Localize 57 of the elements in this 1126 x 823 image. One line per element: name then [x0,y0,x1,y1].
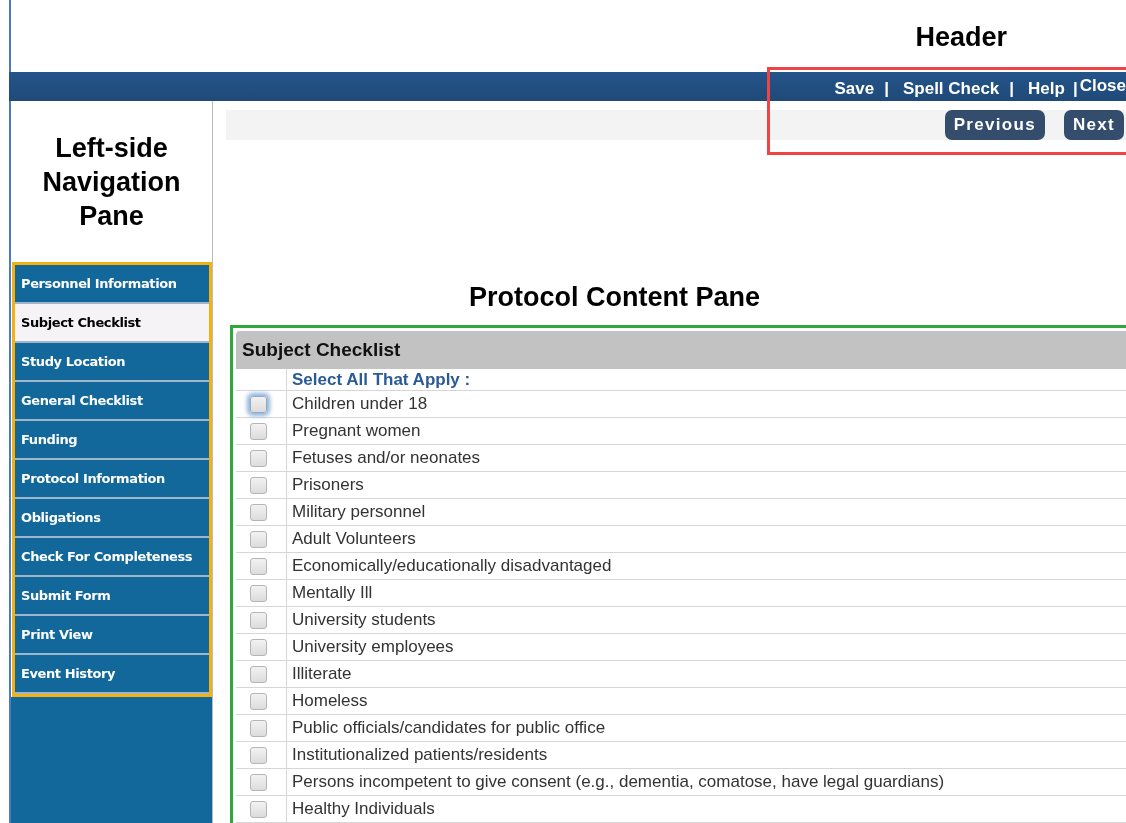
option-label: Prisoners [292,475,364,495]
option-label: Public officials/candidates for public office [292,718,606,738]
nav-button[interactable]: Previous [944,110,1045,140]
option-label: Mentally Ill [292,583,373,603]
nav-item[interactable]: General Checklist [15,382,209,421]
nav-item[interactable]: Check For Completeness [15,538,209,577]
checkbox[interactable] [249,665,267,683]
nav-item[interactable]: Funding [15,421,209,460]
option-label: Children under 18 [292,394,428,414]
nav-item[interactable]: Subject Checklist [15,304,209,343]
checkbox[interactable] [249,719,267,737]
option-label: Pregnant women [292,421,421,441]
option-label: Illiterate [292,664,352,684]
nav-item[interactable]: Study Location [15,343,209,382]
checkbox[interactable] [249,638,267,656]
link-separator: | [884,78,889,99]
nav-button[interactable]: Next [1063,110,1124,140]
annotation-label: Left-side Navigation Pane [41,131,182,233]
option-label: Healthy Individuals [292,799,435,819]
link-separator: | [1009,78,1015,99]
checkbox[interactable] [249,611,267,629]
option-label: University students [292,610,436,630]
header-link[interactable]: Close [1079,75,1126,96]
header-link[interactable]: Save [834,78,875,99]
option-label: Economically/educationally disadvantaged [292,556,612,576]
annotation-label: Header [915,22,1007,53]
checkbox[interactable] [249,395,267,413]
option-label: Homeless [292,691,368,711]
checkbox[interactable] [249,557,267,575]
annotation-label: Protocol Content Pane [469,282,760,313]
checkbox[interactable] [249,503,267,521]
checkbox[interactable] [249,584,267,602]
option-label: Persons incompetent to give consent (e.g., dementia, comatose, have legal guardians) [292,772,945,792]
checkbox[interactable] [249,746,267,764]
checkbox[interactable] [249,530,267,548]
option-label: Adult Volunteers [292,529,416,549]
instruction-text: Select All That Apply : [292,370,471,390]
link-separator: | [1072,78,1078,99]
checkbox[interactable] [249,692,267,710]
option-label: Military personnel [292,502,426,522]
checkbox[interactable] [249,476,267,494]
checkbox[interactable] [249,773,267,791]
panel-title: Subject Checklist [242,339,401,361]
option-label: Fetuses and/or neonates [292,448,481,468]
nav-item[interactable]: Obligations [15,499,209,538]
nav-item[interactable]: Personnel Information [15,265,209,304]
nav-item[interactable]: Event History [15,655,209,694]
option-label: Institutionalized patients/residents [292,745,548,765]
header-link[interactable]: Spell Check [902,78,1000,99]
nav-item[interactable]: Submit Form [15,577,209,616]
checkbox[interactable] [249,800,267,818]
checkbox[interactable] [249,422,267,440]
option-label: University employees [292,637,454,657]
checkbox[interactable] [249,449,267,467]
nav-item[interactable]: Protocol Information [15,460,209,499]
header-link[interactable]: Help [1028,78,1065,99]
nav-item[interactable]: Print View [15,616,209,655]
